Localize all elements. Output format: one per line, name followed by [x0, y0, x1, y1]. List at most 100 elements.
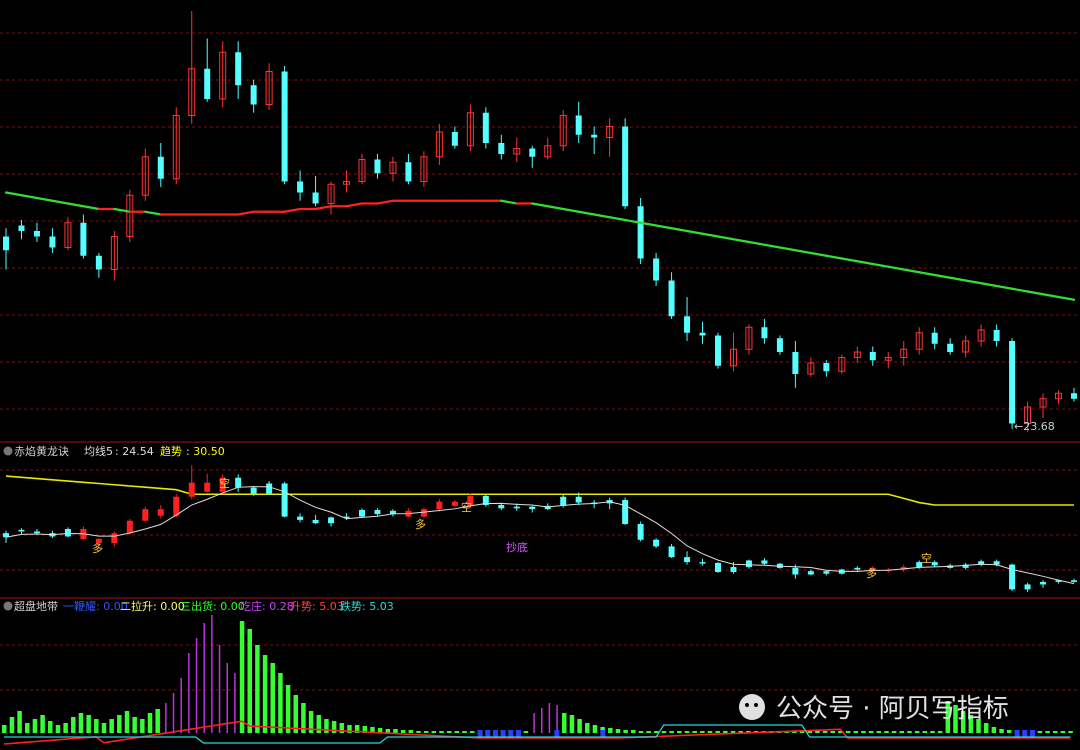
candle-body: [80, 222, 87, 256]
legend-6: 跌势: 5.03: [340, 599, 394, 613]
histogram-bar: [868, 731, 874, 733]
histogram-bar: [408, 730, 414, 733]
mini-candle-body: [266, 483, 273, 494]
histogram-bar: [577, 719, 582, 733]
ma-segment: [763, 243, 782, 249]
ma-segment: [995, 284, 1014, 290]
signal-long-3: 多: [866, 566, 877, 580]
histogram-bar: [533, 713, 535, 733]
histogram-bar: [270, 663, 275, 733]
candle-body: [823, 363, 830, 372]
candle-body: [529, 148, 536, 157]
mini-candle-body: [436, 501, 443, 510]
histogram-bar: [638, 731, 644, 733]
chiyan-panel-content: [3, 465, 1077, 592]
histogram-bar: [914, 731, 920, 733]
histogram-bar: [262, 655, 268, 733]
mini-candle-body: [111, 533, 118, 544]
histogram-bar: [462, 731, 467, 733]
mini-candle-body: [684, 557, 691, 563]
histogram-bar: [861, 731, 866, 733]
histogram-bar: [9, 717, 15, 733]
candle-body: [18, 225, 25, 231]
histogram-bar: [278, 673, 283, 733]
histogram-bar: [48, 721, 53, 733]
histogram-bar: [608, 728, 613, 733]
signal-bottom: 抄底: [506, 540, 528, 554]
histogram-bar: [899, 731, 905, 733]
long-moving-average: [4, 191, 1076, 301]
histogram-bar: [25, 723, 30, 733]
candle-body: [405, 162, 412, 182]
collapse-icon[interactable]: [3, 446, 13, 456]
histogram-bar: [86, 715, 91, 733]
signal-short-1: 空: [219, 476, 230, 490]
legend-trend-value: : 30.50: [186, 445, 225, 458]
chaopan-panel-header: 超盘地带 一鞭耀: 0.00 二拉升: 0.00 三出货: 0.00 吃庄: 0…: [3, 599, 394, 613]
mini-candle-body: [142, 509, 149, 521]
histogram-bar: [562, 713, 567, 733]
histogram-bar: [32, 719, 38, 733]
chiyan-signal-markers: 多 空 多 空 抄底 多 空: [92, 476, 932, 580]
ma-segment: [82, 205, 100, 211]
candle-body: [931, 332, 938, 344]
histogram-bar: [247, 629, 252, 733]
histogram-bar: [101, 723, 107, 733]
ma-segment: [546, 205, 565, 211]
candle-body: [204, 68, 211, 99]
mini-candle-body: [1009, 564, 1016, 590]
histogram-bar: [439, 731, 444, 733]
ma-segment: [1057, 295, 1076, 301]
chiyan-panel-grid: [0, 469, 1080, 571]
ma-segment: [949, 276, 967, 282]
mini-candle-body: [64, 529, 71, 537]
legend-2: 二拉升: 0.00: [120, 599, 185, 613]
histogram-bar: [63, 723, 68, 733]
histogram-bar: [55, 725, 61, 733]
histogram-bar: [423, 731, 429, 733]
legend-4: 吃庄: 0.28: [240, 599, 294, 613]
histogram-bar: [94, 719, 99, 733]
mini-candle-body: [637, 524, 644, 540]
ma-segment: [794, 249, 812, 255]
mini-candle-body: [498, 505, 505, 509]
mini-candle-body: [560, 496, 567, 506]
mini-candle-body: [250, 487, 257, 494]
ma-segment: [670, 227, 689, 233]
ma-segment: [902, 268, 921, 274]
histogram-bar: [285, 685, 291, 733]
histogram-bar: [592, 725, 598, 733]
histogram-bar: [324, 719, 329, 733]
histogram-bar: [239, 621, 245, 733]
histogram-bar: [830, 731, 836, 733]
histogram-bar: [991, 727, 997, 733]
candle-body: [281, 71, 288, 182]
ma-segment: [1026, 290, 1045, 296]
collapse-icon[interactable]: [3, 601, 13, 611]
histogram-bar: [723, 731, 728, 733]
histogram-bar: [155, 709, 160, 733]
wechat-icon-eye: [745, 703, 749, 707]
histogram-bar: [815, 731, 820, 733]
mini-candle-body: [157, 509, 164, 516]
candle-body: [575, 115, 582, 135]
ma-segment: [577, 210, 596, 216]
histogram-bar: [147, 713, 153, 733]
histogram-bar: [71, 717, 76, 733]
histogram-bar: [78, 713, 84, 733]
mini-candle-body: [18, 529, 25, 532]
ma-segment: [35, 196, 54, 202]
histogram-bar: [692, 731, 697, 733]
histogram-bar: [195, 638, 198, 733]
candle-body: [715, 335, 721, 366]
mini-candle-body: [374, 509, 381, 515]
mini-candle-body: [281, 483, 288, 517]
candle-body: [95, 255, 102, 270]
histogram-bar: [661, 731, 667, 733]
histogram-bar: [1052, 731, 1058, 733]
watermark: 公众号 · 阿贝写指标: [739, 694, 1009, 724]
candle-body: [761, 327, 768, 339]
signal-short-2: 空: [461, 500, 472, 514]
ma-segment: [840, 257, 859, 263]
histogram-bar: [165, 703, 167, 733]
